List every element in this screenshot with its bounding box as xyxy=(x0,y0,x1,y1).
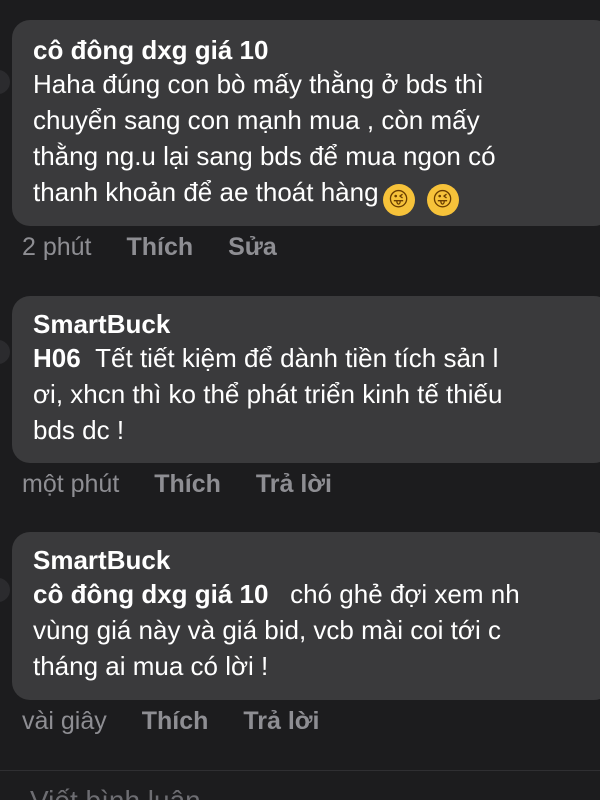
comment-text-segment: Tết tiết kiệm để dành tiền tích sản l xyxy=(95,343,499,373)
comment-text-segment: thanh khoản để ae thoát hàng xyxy=(33,177,379,207)
avatar[interactable] xyxy=(0,578,10,602)
comment-text-segment: chó ghẻ đợi xem nh xyxy=(290,579,520,609)
zany-face-emoji-icon: 😜 xyxy=(426,184,459,216)
comment-text-line-first: H06 Tết tiết kiệm để dành tiền tích sản … xyxy=(33,340,600,376)
comment-time: 2 phút xyxy=(22,233,92,261)
comments-screen: cô đông dxg giá 10 Haha đúng con bò mấy … xyxy=(0,0,600,800)
mention-link[interactable]: cô đông dxg giá 10 xyxy=(33,579,268,609)
edit-button[interactable]: Sửa xyxy=(228,233,277,261)
comment-text-line: bds dc ! xyxy=(33,415,125,445)
reply-button[interactable]: Trả lời xyxy=(243,707,319,735)
like-button[interactable]: Thích xyxy=(154,470,221,498)
comment-text-line: vùng giá này và giá bid, vcb mài coi tới… xyxy=(33,615,501,645)
comment-text-line: tháng ai mua có lời ! xyxy=(33,651,269,681)
comment-bubble[interactable]: SmartBuck cô đông dxg giá 10 chó ghẻ đợi… xyxy=(12,532,600,700)
zany-face-emoji-icon: 😜 xyxy=(382,184,415,216)
comment-text-line-first: cô đông dxg giá 10 chó ghẻ đợi xem nh xyxy=(33,576,600,612)
comment-input[interactable]: Viết bình luận... xyxy=(30,783,224,800)
comment-text-line-last: thanh khoản để ae thoát hàng 😜 😜 xyxy=(33,174,600,216)
comment-time: vài giây xyxy=(22,707,107,735)
comment-text-line: chuyển sang con mạnh mua , còn mấy xyxy=(33,105,480,135)
comment-meta: một phút Thích Trả lời xyxy=(22,469,360,499)
comment-text-line: thằng ng.u lại sang bds để mua ngon có xyxy=(33,141,496,171)
comment-text-line: Haha đúng con bò mấy thằng ở bds thì xyxy=(33,69,484,99)
mention-link[interactable]: H06 xyxy=(33,343,81,373)
comment-time: một phút xyxy=(22,470,120,498)
comment-bubble[interactable]: SmartBuck H06 Tết tiết kiệm để dành tiền… xyxy=(12,296,600,463)
like-button[interactable]: Thích xyxy=(142,707,209,735)
comment-author[interactable]: SmartBuck xyxy=(33,308,600,340)
comment-bubble[interactable]: cô đông dxg giá 10 Haha đúng con bò mấy … xyxy=(12,20,600,226)
avatar[interactable] xyxy=(0,70,10,94)
reply-button[interactable]: Trả lời xyxy=(256,470,332,498)
comment-meta: 2 phút Thích Sửa xyxy=(22,232,305,262)
comment-author[interactable]: cô đông dxg giá 10 xyxy=(33,34,600,66)
comment-meta: vài giây Thích Trả lời xyxy=(22,706,347,736)
like-button[interactable]: Thích xyxy=(126,233,193,261)
comment-text-line: ơi, xhcn thì ko thể phát triển kinh tế t… xyxy=(33,379,503,409)
comment-author[interactable]: SmartBuck xyxy=(33,544,600,576)
composer-divider xyxy=(0,770,600,771)
avatar[interactable] xyxy=(0,340,10,364)
